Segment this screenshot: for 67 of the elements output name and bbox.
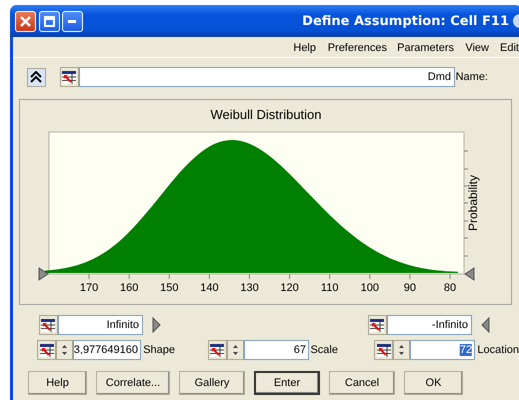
cell-grid-arrow-icon: [42, 318, 56, 332]
collapse-button[interactable]: [27, 68, 46, 86]
menu-item[interactable]: View: [465, 42, 490, 54]
cell-grid-arrow-icon: [40, 344, 54, 356]
left-triangle-icon: [152, 317, 161, 333]
cell-grid-arrow-icon: [376, 344, 391, 356]
x-tick-label: 130: [240, 282, 259, 294]
close-icon: [20, 16, 31, 26]
dialog-button[interactable]: Help: [28, 371, 87, 395]
menu-item[interactable]: Parameters: [398, 42, 454, 54]
lower-bound-field[interactable]: -Infinito: [387, 315, 472, 335]
x-tick-label: 170: [80, 282, 98, 294]
right-triangle-icon: [481, 317, 490, 333]
spinner[interactable]: [393, 340, 410, 360]
cell-reference-button[interactable]: [368, 315, 387, 335]
x-tick-label: 140: [200, 282, 219, 294]
parameter-label: Location: [477, 344, 519, 356]
up-arrow-icon: [232, 345, 238, 348]
up-arrow-icon: [399, 345, 404, 348]
down-arrow-icon: [62, 352, 68, 355]
x-tick-label: 100: [360, 282, 379, 294]
menu-item[interactable]: Edit: [500, 42, 519, 54]
cell-grid-arrow-icon: [62, 70, 76, 84]
name-field[interactable]: Dmd: [79, 67, 455, 87]
dialog-button[interactable]: Gallery: [179, 371, 245, 395]
left-bound-handle[interactable]: [464, 267, 474, 281]
maximize-button[interactable]: [39, 10, 60, 32]
cell-reference-button[interactable]: [374, 340, 394, 360]
window-title: Define Assumption: Cell F11: [302, 14, 509, 28]
parameter-field[interactable]: 67: [244, 340, 309, 360]
parameter-label: Scale: [310, 344, 338, 356]
close-button[interactable]: [15, 10, 36, 32]
minimize-button[interactable]: [62, 10, 83, 32]
x-tick-label: 110: [320, 282, 338, 294]
x-tick-label: 90: [404, 282, 416, 294]
down-arrow-icon: [232, 352, 238, 355]
parameter-field[interactable]: 72: [410, 340, 476, 360]
cell-reference-button[interactable]: [37, 340, 56, 360]
dialog-button[interactable]: Cancel: [329, 371, 395, 395]
dialog-button[interactable]: Correlate...: [96, 371, 170, 395]
double-chevron-up-icon: [30, 71, 42, 83]
x-tick-label: 80: [444, 282, 456, 294]
parameter-field[interactable]: 3,977649160: [73, 340, 142, 360]
cell-reference-button[interactable]: [208, 340, 227, 360]
maximize-icon: [44, 16, 55, 26]
spinner[interactable]: [56, 340, 74, 360]
dialog-button[interactable]: OK: [404, 371, 463, 395]
cell-grid-arrow-icon: [370, 318, 384, 332]
cell-grid-arrow-icon: [210, 344, 224, 356]
up-arrow-icon: [62, 345, 68, 348]
x-tick-label: 160: [120, 282, 138, 294]
cell-reference-button[interactable]: [39, 315, 58, 335]
menu-item[interactable]: Help: [294, 42, 316, 54]
down-arrow-icon: [399, 352, 404, 355]
upper-bound-field[interactable]: Infinito: [58, 315, 143, 335]
menu-item[interactable]: Preferences: [327, 42, 387, 54]
chart-title: Weibull Distribution: [210, 107, 322, 122]
cell-reference-button[interactable]: [60, 67, 79, 87]
x-tick-label: 120: [280, 282, 299, 294]
dialog-button[interactable]: Enter: [254, 371, 320, 395]
parameter-label: Shape: [143, 344, 175, 356]
y-axis-label: Probability: [466, 174, 480, 232]
x-tick-label: 150: [160, 282, 178, 294]
minimize-icon: [68, 20, 76, 22]
right-bound-handle[interactable]: [38, 267, 49, 281]
name-label: Name:: [456, 71, 488, 83]
spinner[interactable]: [226, 340, 244, 360]
